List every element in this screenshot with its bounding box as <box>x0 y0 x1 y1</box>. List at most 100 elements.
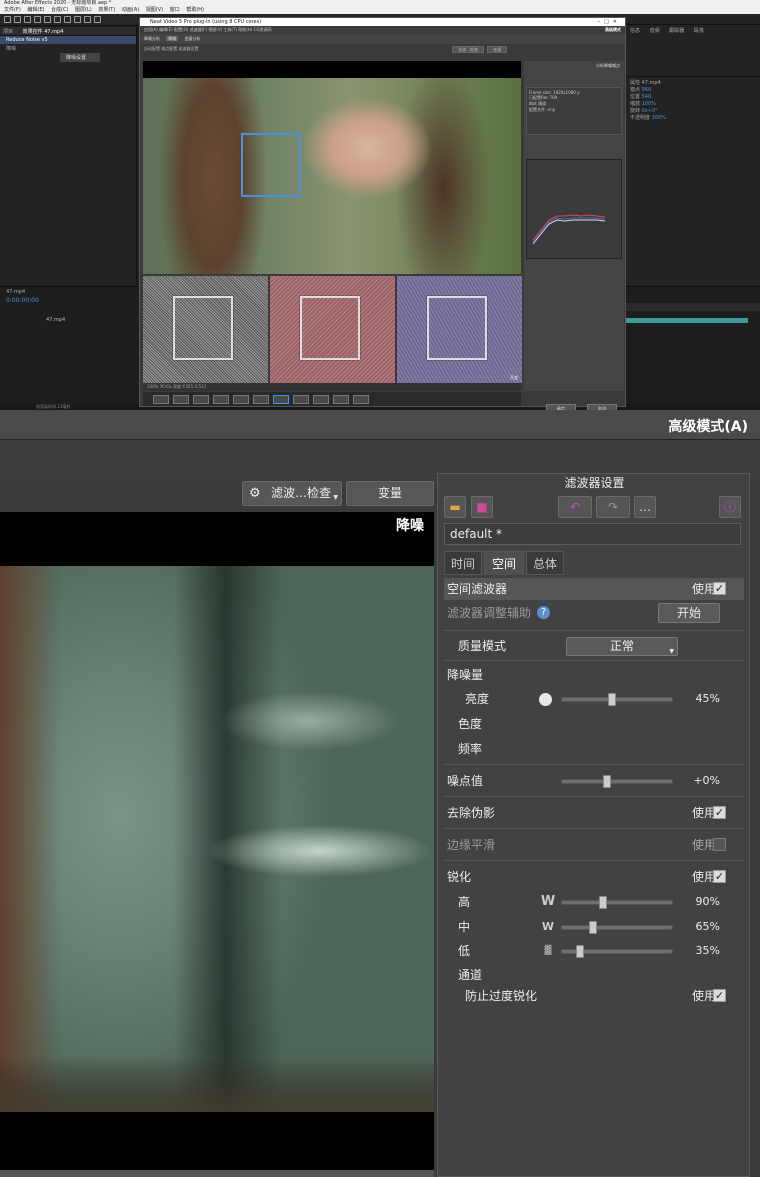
window-controls-icon[interactable]: –□✕ <box>598 18 621 26</box>
separator <box>444 796 744 797</box>
prevent-checkbox[interactable]: ✓ <box>713 989 726 1002</box>
comp-tab[interactable]: 47.mp4 <box>6 289 25 295</box>
ae-menu-layer[interactable]: 图层(L) <box>75 7 92 13</box>
fx-item[interactable]: Reduce Noise v5 <box>0 36 136 44</box>
hand-tool-icon[interactable] <box>14 16 21 23</box>
brush-tool-icon[interactable] <box>94 16 101 23</box>
separator <box>444 660 744 661</box>
timecode[interactable]: 0:00:00:00 <box>6 297 39 304</box>
paragraph-tab[interactable]: 段落 <box>694 28 704 34</box>
help-icon[interactable]: ? <box>537 606 550 619</box>
ae-menu-view[interactable]: 视图(V) <box>146 7 163 13</box>
pan-tool-icon[interactable] <box>54 16 61 23</box>
zoom-tool-icon[interactable] <box>24 16 31 23</box>
audio-tab[interactable]: 音频 <box>650 28 660 34</box>
zoom-viewer[interactable]: 降噪 <box>0 512 434 1177</box>
info-tab[interactable]: 信息 <box>630 28 640 34</box>
save-button[interactable]: ■ <box>471 496 493 518</box>
tab-general[interactable]: 总体 <box>526 551 564 575</box>
layer-track-bar[interactable] <box>626 318 748 323</box>
text-tool-icon[interactable] <box>84 16 91 23</box>
luma-value: 45% <box>695 692 720 705</box>
camera-tool-icon[interactable] <box>44 16 51 23</box>
advanced-mode-label[interactable]: 高级模式(A) <box>668 416 748 436</box>
ae-window-title: Adobe After Effects 2020 - 无标题项目.aep * <box>4 0 112 6</box>
open-button[interactable]: ▬ <box>444 496 466 518</box>
mid-slider-knob[interactable] <box>588 921 597 934</box>
effect-controls-tab[interactable]: 效果控件 47.mp4 <box>23 29 64 35</box>
start-button[interactable]: 开始 <box>658 603 720 623</box>
low-slider[interactable] <box>561 945 673 958</box>
mid-slider[interactable] <box>561 921 673 934</box>
nv-filter-check-button[interactable]: 滤波…检查 <box>452 46 484 53</box>
layer-name[interactable]: 47.mp4 <box>46 317 65 323</box>
artifact-checkbox[interactable]: ✓ <box>713 806 726 819</box>
more-button[interactable]: … <box>634 496 656 518</box>
ae-menu-effect[interactable]: 效果(T) <box>98 7 115 13</box>
nv-tab-variant[interactable]: 变量分析 <box>185 36 201 41</box>
sharpen-low-row: 低 ▓ 35% <box>444 940 744 962</box>
project-tab[interactable]: 项目 <box>3 29 13 35</box>
nv-menu-items[interactable]: 应用(A) 编辑(E) 配置(O) 滤波器(F) 视图(V) 工具(T) 帮助(… <box>144 27 272 32</box>
vary-button[interactable]: 变量 <box>346 481 434 506</box>
ae-menu-animation[interactable]: 动画(A) <box>122 7 139 13</box>
high-slider-knob[interactable] <box>598 896 607 909</box>
nv-tab-analysis[interactable]: 降噪分析 <box>144 36 160 41</box>
ae-menu-help[interactable]: 帮助(H) <box>186 7 204 13</box>
preset-name-field[interactable]: default * <box>444 523 741 545</box>
quality-mode-dropdown[interactable]: 正常 ▼ <box>566 637 678 656</box>
info-button[interactable]: ⓘ <box>719 496 741 518</box>
low-slider-knob[interactable] <box>575 945 584 958</box>
nv-tab-denoise[interactable]: 降噪 <box>166 36 179 41</box>
spatial-use-checkbox[interactable]: ✓ <box>713 582 726 595</box>
thumb-luma[interactable] <box>143 276 268 383</box>
nv-vary-button[interactable]: 变量 <box>487 46 508 53</box>
tab-temporal[interactable]: 时间 <box>444 551 482 575</box>
nv-channel-thumbnails: 亮度 <box>143 276 522 383</box>
low-label: 低 <box>458 944 471 958</box>
timeline-ruler[interactable] <box>626 303 760 311</box>
noise-level-slider[interactable] <box>561 775 673 788</box>
rotate-tool-icon[interactable] <box>34 16 41 23</box>
prop-rotation[interactable]: 旋转 0x+0° <box>630 107 756 114</box>
nv-sub-items[interactable]: 自动配置 噪点配置 滤波器设置 <box>144 46 199 51</box>
ae-menu-file[interactable]: 文件(F) <box>4 7 21 13</box>
nv-side-title: 分析降噪噪点 <box>596 63 620 68</box>
fx-sub: 降噪 <box>6 46 17 52</box>
separator <box>444 860 744 861</box>
edge-smooth-checkbox[interactable]: ✓ <box>713 838 726 851</box>
prop-anchor[interactable]: 锚点 960 <box>630 86 756 93</box>
wave-low-icon: ▓ <box>544 946 552 956</box>
luma-slider[interactable] <box>561 693 673 706</box>
undo-button[interactable]: ↶ <box>558 496 592 518</box>
prop-scale[interactable]: 缩放 100% <box>630 100 756 107</box>
analysis-selection-box[interactable] <box>241 133 301 197</box>
ae-menu-composition[interactable]: 合成(C) <box>51 7 68 13</box>
noise-level-slider-knob[interactable] <box>603 775 612 788</box>
tracker-tab[interactable]: 跟踪器 <box>669 28 684 34</box>
ae-menu-edit[interactable]: 编辑(E) <box>27 7 44 13</box>
ae-menu-window[interactable]: 窗口 <box>170 7 180 13</box>
tab-spatial[interactable]: 空间 <box>484 551 524 575</box>
properties-title: 属性 47.mp4 <box>630 80 661 86</box>
after-effects-screenshot: Adobe After Effects 2020 - 无标题项目.aep * 文… <box>0 0 760 410</box>
luma-slider-knob[interactable] <box>607 693 616 706</box>
nv-mode-label[interactable]: 高级模式 <box>605 26 621 34</box>
folder-icon: ▬ <box>449 500 461 514</box>
thumb-cr[interactable] <box>270 276 395 383</box>
sharpen-checkbox[interactable]: ✓ <box>713 870 726 883</box>
prop-opacity[interactable]: 不透明度 100% <box>630 114 756 121</box>
filter-check-button[interactable]: ⚙ 滤波…检查 ▼ <box>242 481 342 506</box>
thumb-cb[interactable]: 亮度 <box>397 276 522 383</box>
pen-tool-icon[interactable] <box>74 16 81 23</box>
high-slider[interactable] <box>561 896 673 909</box>
fx-settings-button[interactable]: 降噪设置 <box>60 53 100 62</box>
nv-filmstrip[interactable] <box>143 392 521 406</box>
channel-label: 通道 <box>458 968 483 982</box>
prop-position[interactable]: 位置 540 <box>630 93 756 100</box>
nv-viewer[interactable] <box>143 61 521 274</box>
selection-tool-icon[interactable] <box>4 16 11 23</box>
shape-tool-icon[interactable] <box>64 16 71 23</box>
redo-button[interactable]: ↷ <box>596 496 630 518</box>
filter-check-label: 滤波…检查 <box>271 486 332 500</box>
